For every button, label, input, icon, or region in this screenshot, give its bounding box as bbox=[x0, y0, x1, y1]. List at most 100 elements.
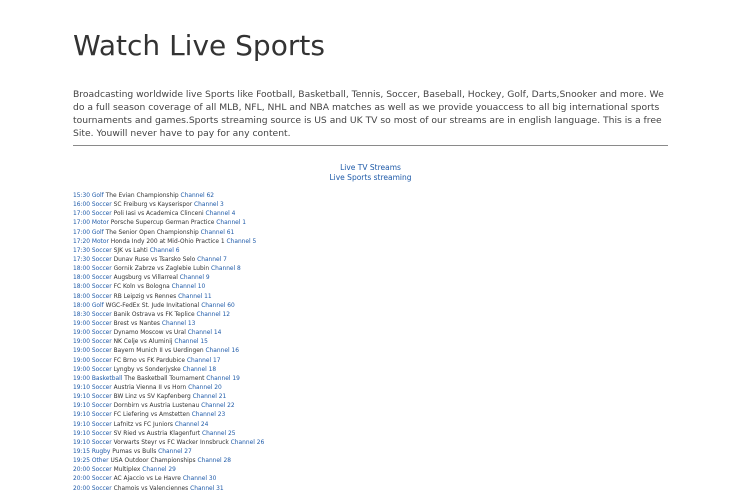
event-sport-link[interactable]: Other bbox=[92, 458, 109, 464]
event-sport-link[interactable]: Soccer bbox=[92, 248, 112, 254]
channel-link[interactable]: Channel 8 bbox=[211, 266, 241, 272]
live-tv-streams-link[interactable]: Live TV Streams bbox=[73, 163, 668, 173]
channel-link[interactable]: Channel 6 bbox=[150, 248, 180, 254]
channel-link[interactable]: Channel 12 bbox=[196, 312, 230, 318]
channel-link[interactable]: Channel 16 bbox=[205, 348, 239, 354]
channel-link[interactable]: Channel 7 bbox=[197, 257, 227, 263]
channel-link[interactable]: Channel 14 bbox=[188, 330, 222, 336]
event-sport-link[interactable]: Soccer bbox=[92, 284, 112, 290]
channel-link[interactable]: Channel 11 bbox=[178, 294, 212, 300]
event-sport-link[interactable]: Motor bbox=[92, 239, 109, 245]
event-sport-link[interactable]: Golf bbox=[92, 303, 104, 309]
event-sport-link[interactable]: Soccer bbox=[92, 440, 112, 446]
event-time[interactable]: 20:00 bbox=[73, 486, 90, 492]
event-sport-link[interactable]: Soccer bbox=[92, 422, 112, 428]
channel-link[interactable]: Channel 20 bbox=[188, 385, 222, 391]
event-time[interactable]: 17:00 bbox=[73, 230, 90, 236]
event-sport-link[interactable]: Golf bbox=[92, 193, 104, 199]
event-sport-link[interactable]: Soccer bbox=[92, 403, 112, 409]
event-time[interactable]: 18:30 bbox=[73, 312, 90, 318]
event-time[interactable]: 16:00 bbox=[73, 202, 90, 208]
live-sports-streaming-link[interactable]: Live Sports streaming bbox=[73, 173, 668, 183]
channel-link[interactable]: Channel 15 bbox=[174, 339, 208, 345]
event-time[interactable]: 20:00 bbox=[73, 467, 90, 473]
event-time[interactable]: 19:10 bbox=[73, 431, 90, 437]
event-time[interactable]: 19:00 bbox=[73, 367, 90, 373]
event-time[interactable]: 18:00 bbox=[73, 294, 90, 300]
event-sport-link[interactable]: Basketball bbox=[92, 376, 122, 382]
channel-link[interactable]: Channel 24 bbox=[175, 422, 209, 428]
channel-link[interactable]: Channel 27 bbox=[158, 449, 192, 455]
event-time[interactable]: 19:25 bbox=[73, 458, 90, 464]
event-time[interactable]: 17:00 bbox=[73, 211, 90, 217]
channel-link[interactable]: Channel 25 bbox=[202, 431, 236, 437]
event-time[interactable]: 18:00 bbox=[73, 303, 90, 309]
channel-link[interactable]: Channel 13 bbox=[162, 321, 196, 327]
channel-link[interactable]: Channel 23 bbox=[192, 412, 226, 418]
channel-link[interactable]: Channel 61 bbox=[201, 230, 235, 236]
event-time[interactable]: 17:00 bbox=[73, 220, 90, 226]
event-time[interactable]: 19:10 bbox=[73, 422, 90, 428]
event-time[interactable]: 18:00 bbox=[73, 284, 90, 290]
channel-link[interactable]: Channel 29 bbox=[142, 467, 176, 473]
event-time[interactable]: 17:30 bbox=[73, 257, 90, 263]
event-sport-link[interactable]: Soccer bbox=[92, 312, 112, 318]
channel-link[interactable]: Channel 10 bbox=[172, 284, 206, 290]
channel-link[interactable]: Channel 21 bbox=[193, 394, 227, 400]
event-sport-link[interactable]: Soccer bbox=[92, 394, 112, 400]
event-sport-link[interactable]: Soccer bbox=[92, 294, 112, 300]
channel-link[interactable]: Channel 60 bbox=[201, 303, 235, 309]
channel-link[interactable]: Channel 1 bbox=[216, 220, 246, 226]
channel-link[interactable]: Channel 19 bbox=[206, 376, 240, 382]
event-sport-link[interactable]: Soccer bbox=[92, 321, 112, 327]
event-time[interactable]: 19:00 bbox=[73, 376, 90, 382]
event-time[interactable]: 15:30 bbox=[73, 193, 90, 199]
event-sport-link[interactable]: Soccer bbox=[92, 202, 112, 208]
event-sport-link[interactable]: Soccer bbox=[92, 367, 112, 373]
event-sport-link[interactable]: Golf bbox=[92, 230, 104, 236]
event-time[interactable]: 17:30 bbox=[73, 248, 90, 254]
event-sport-link[interactable]: Soccer bbox=[92, 486, 112, 492]
event-time[interactable]: 19:00 bbox=[73, 321, 90, 327]
event-time[interactable]: 17:20 bbox=[73, 239, 90, 245]
event-time[interactable]: 19:00 bbox=[73, 358, 90, 364]
event-time[interactable]: 19:10 bbox=[73, 412, 90, 418]
channel-link[interactable]: Channel 62 bbox=[180, 193, 214, 199]
event-sport-link[interactable]: Soccer bbox=[92, 266, 112, 272]
event-sport-link[interactable]: Motor bbox=[92, 220, 109, 226]
event-time[interactable]: 19:10 bbox=[73, 440, 90, 446]
event-time[interactable]: 20:00 bbox=[73, 476, 90, 482]
event-sport-link[interactable]: Soccer bbox=[92, 412, 112, 418]
event-time[interactable]: 19:00 bbox=[73, 339, 90, 345]
channel-link[interactable]: Channel 28 bbox=[197, 458, 231, 464]
event-sport-link[interactable]: Soccer bbox=[92, 467, 112, 473]
event-time[interactable]: 19:10 bbox=[73, 385, 90, 391]
event-sport-link[interactable]: Soccer bbox=[92, 275, 112, 281]
channel-link[interactable]: Channel 22 bbox=[201, 403, 235, 409]
channel-link[interactable]: Channel 26 bbox=[231, 440, 265, 446]
event-time[interactable]: 19:10 bbox=[73, 403, 90, 409]
event-sport-link[interactable]: Soccer bbox=[92, 358, 112, 364]
channel-link[interactable]: Channel 3 bbox=[194, 202, 224, 208]
event-sport-link[interactable]: Soccer bbox=[92, 330, 112, 336]
channel-link[interactable]: Channel 4 bbox=[206, 211, 236, 217]
channel-link[interactable]: Channel 31 bbox=[190, 486, 224, 492]
channel-link[interactable]: Channel 18 bbox=[183, 367, 217, 373]
event-sport-link[interactable]: Soccer bbox=[92, 385, 112, 391]
event-sport-link[interactable]: Soccer bbox=[92, 339, 112, 345]
event-time[interactable]: 18:00 bbox=[73, 275, 90, 281]
event-time[interactable]: 19:00 bbox=[73, 330, 90, 336]
channel-link[interactable]: Channel 5 bbox=[226, 239, 256, 245]
event-time[interactable]: 18:00 bbox=[73, 266, 90, 272]
event-time[interactable]: 19:00 bbox=[73, 348, 90, 354]
event-sport-link[interactable]: Soccer bbox=[92, 257, 112, 263]
event-sport-link[interactable]: Soccer bbox=[92, 476, 112, 482]
channel-link[interactable]: Channel 17 bbox=[187, 358, 221, 364]
event-sport-link[interactable]: Soccer bbox=[92, 348, 112, 354]
event-sport-link[interactable]: Soccer bbox=[92, 431, 112, 437]
event-sport-link[interactable]: Soccer bbox=[92, 211, 112, 217]
channel-link[interactable]: Channel 9 bbox=[180, 275, 210, 281]
event-time[interactable]: 19:15 bbox=[73, 449, 90, 455]
event-time[interactable]: 19:10 bbox=[73, 394, 90, 400]
channel-link[interactable]: Channel 30 bbox=[183, 476, 217, 482]
